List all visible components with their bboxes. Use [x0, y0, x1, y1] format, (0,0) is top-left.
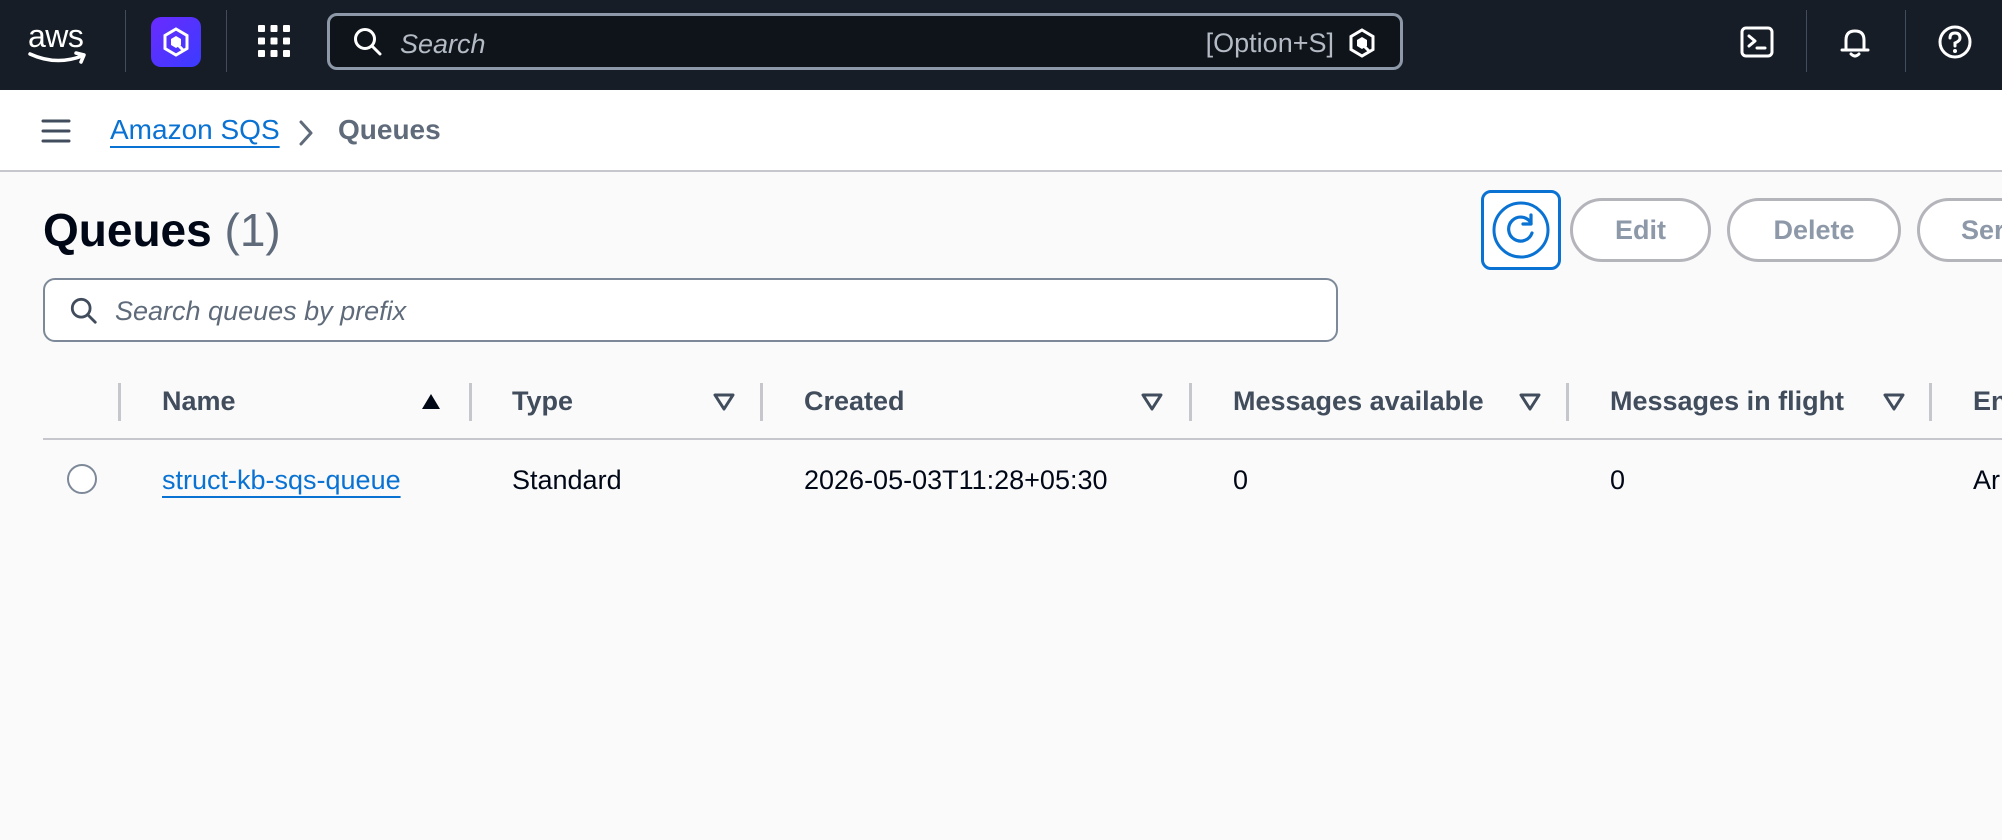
nav-divider: [1905, 10, 1906, 72]
column-divider: [118, 383, 121, 421]
refresh-button[interactable]: [1481, 190, 1561, 270]
delete-button-label: Delete: [1773, 214, 1855, 245]
queue-search-placeholder: Search queues by prefix: [115, 296, 407, 326]
sort-unsorted-icon[interactable]: [713, 392, 735, 412]
column-header-type[interactable]: Type: [512, 386, 573, 417]
column-divider[interactable]: [760, 383, 763, 421]
search-icon: [354, 28, 382, 56]
search-icon: [70, 297, 97, 324]
queue-name-link[interactable]: struct-kb-sqs-queue: [162, 465, 401, 496]
queue-encryption: Ar: [1973, 465, 2000, 495]
column-divider[interactable]: [1189, 383, 1192, 421]
queue-search-input[interactable]: Search queues by prefix: [43, 278, 1338, 342]
page-title-text: Queues: [43, 204, 212, 256]
page-title: Queues (1): [43, 203, 281, 257]
queue-created: 2026-05-03T11:28+05:30: [804, 465, 1108, 495]
nav-divider: [125, 10, 126, 72]
queue-messages-available: 0: [1233, 465, 1249, 495]
top-navigation: aws Search [Option+S]: [0, 0, 2002, 90]
table-header-divider: [43, 438, 2002, 440]
edit-button[interactable]: Edit: [1570, 198, 1711, 262]
queue-count: (1): [224, 204, 281, 256]
refresh-icon: [1492, 201, 1550, 259]
delete-button[interactable]: Delete: [1727, 198, 1901, 262]
queue-type: Standard: [512, 465, 622, 495]
send-receive-button[interactable]: Ser: [1917, 198, 2002, 262]
column-divider[interactable]: [469, 383, 472, 421]
edit-button-label: Edit: [1615, 214, 1666, 245]
chevron-right-icon: [299, 120, 313, 146]
q-search-icon: [1349, 28, 1375, 58]
column-header-messages-in-flight[interactable]: Messages in flight: [1610, 386, 1844, 417]
column-divider[interactable]: [1929, 383, 1932, 421]
nav-divider: [1806, 10, 1807, 72]
column-header-name[interactable]: Name: [162, 386, 236, 417]
send-button-label: Ser: [1961, 214, 2002, 245]
column-header-encryption[interactable]: En: [1973, 386, 2002, 417]
column-header-created[interactable]: Created: [804, 386, 905, 417]
apps-grid-icon[interactable]: [256, 23, 292, 59]
q-assistant-icon[interactable]: [151, 17, 201, 67]
sort-unsorted-icon[interactable]: [1519, 392, 1541, 412]
nav-divider: [226, 10, 227, 72]
global-search-placeholder: Search: [400, 29, 486, 59]
sort-ascending-icon[interactable]: [420, 392, 442, 412]
column-divider[interactable]: [1566, 383, 1569, 421]
help-icon[interactable]: [1931, 18, 1979, 66]
sort-unsorted-icon[interactable]: [1883, 392, 1905, 412]
global-search-input[interactable]: Search [Option+S]: [327, 13, 1403, 70]
breadcrumb-current: Queues: [338, 114, 441, 145]
queue-messages-in-flight: 0: [1610, 465, 1626, 495]
bell-icon[interactable]: [1831, 18, 1879, 66]
menu-icon[interactable]: [40, 116, 72, 146]
sort-unsorted-icon[interactable]: [1141, 392, 1163, 412]
row-select-radio[interactable]: [67, 464, 97, 494]
breadcrumb-service-link[interactable]: Amazon SQS: [110, 114, 280, 146]
column-header-messages-available[interactable]: Messages available: [1233, 386, 1484, 417]
aws-logo-icon[interactable]: aws: [26, 16, 96, 66]
search-shortcut-hint: [Option+S]: [1205, 28, 1334, 58]
breadcrumb: Amazon SQS Queues: [0, 90, 2002, 172]
cloudshell-icon[interactable]: [1733, 18, 1781, 66]
